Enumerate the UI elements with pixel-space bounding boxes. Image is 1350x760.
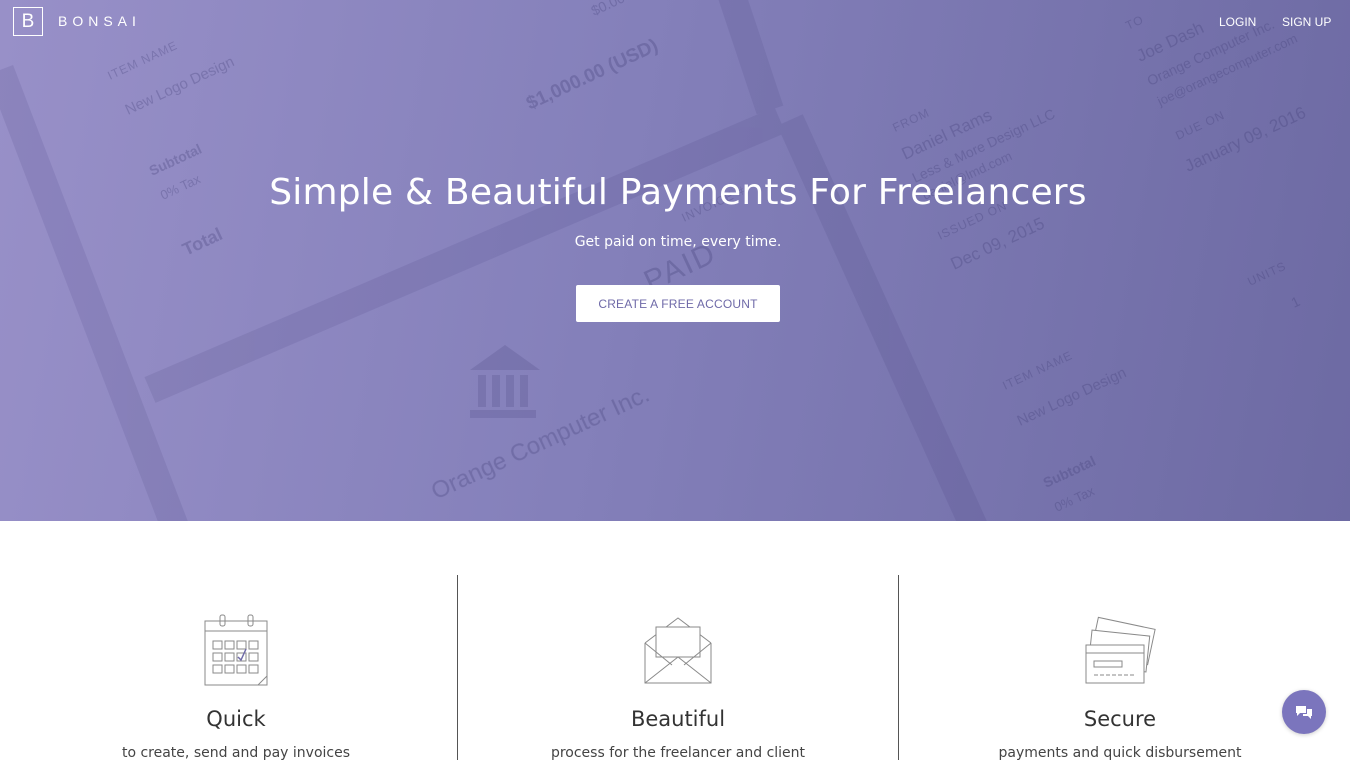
create-account-button[interactable]: CREATE A FREE ACCOUNT — [576, 285, 780, 322]
bg-amount: $1,000.00 (USD) — [523, 35, 661, 114]
feature-beautiful: Beautiful process for the freelancer and… — [458, 521, 898, 760]
bg-tax-label-2: 0% Tax — [1052, 483, 1097, 515]
bg-units-label: UNITS — [1245, 259, 1288, 289]
feature-secure: Secure payments and quick disbursement — [900, 521, 1340, 760]
credit-cards-icon — [1085, 616, 1156, 684]
bg-client-company: Orange Computer Inc. — [427, 381, 654, 506]
feature-description: payments and quick disbursement — [998, 745, 1242, 760]
feature-description: to create, send and pay invoices — [121, 745, 351, 760]
bg-units-value: 1 — [1289, 293, 1303, 311]
bg-due-label: DUE ON — [1173, 108, 1227, 143]
hero-headline: Simple & Beautiful Payments For Freelanc… — [269, 172, 1087, 213]
feature-divider — [898, 575, 899, 760]
invoice-background-art: ITEM NAME New Logo Design Subtotal 0% Ta… — [0, 0, 1309, 521]
feature-description: process for the freelancer and client — [550, 745, 806, 760]
feature-title: Secure — [1083, 707, 1157, 731]
envelope-icon — [644, 617, 712, 684]
logo-mark[interactable]: B — [13, 7, 43, 36]
hero-subline: Get paid on time, every time. — [574, 234, 782, 250]
feature-title: Beautiful — [630, 707, 726, 731]
bg-item-name-label: ITEM NAME — [105, 38, 179, 83]
signup-link[interactable]: SIGN UP — [1282, 15, 1331, 29]
bank-icon — [470, 345, 540, 418]
feature-title: Quick — [206, 707, 266, 731]
logo-wordmark[interactable]: BONSAI — [58, 13, 141, 29]
features-section: Quick to create, send and pay invoices B… — [0, 521, 1350, 760]
chat-icon — [1296, 706, 1312, 719]
feature-quick: Quick to create, send and pay invoices — [16, 521, 456, 760]
bg-due-date: January 09, 2016 — [1182, 103, 1309, 176]
calendar-icon — [204, 614, 268, 686]
bg-item-name-label-2: ITEM NAME — [1000, 348, 1074, 393]
top-navbar: B BONSAI LOGIN SIGN UP — [0, 0, 1350, 44]
login-link[interactable]: LOGIN — [1219, 15, 1256, 29]
hero-section: ITEM NAME New Logo Design Subtotal 0% Ta… — [0, 0, 1350, 521]
chat-button[interactable] — [1282, 690, 1326, 734]
bg-from-label: FROM — [890, 105, 932, 134]
